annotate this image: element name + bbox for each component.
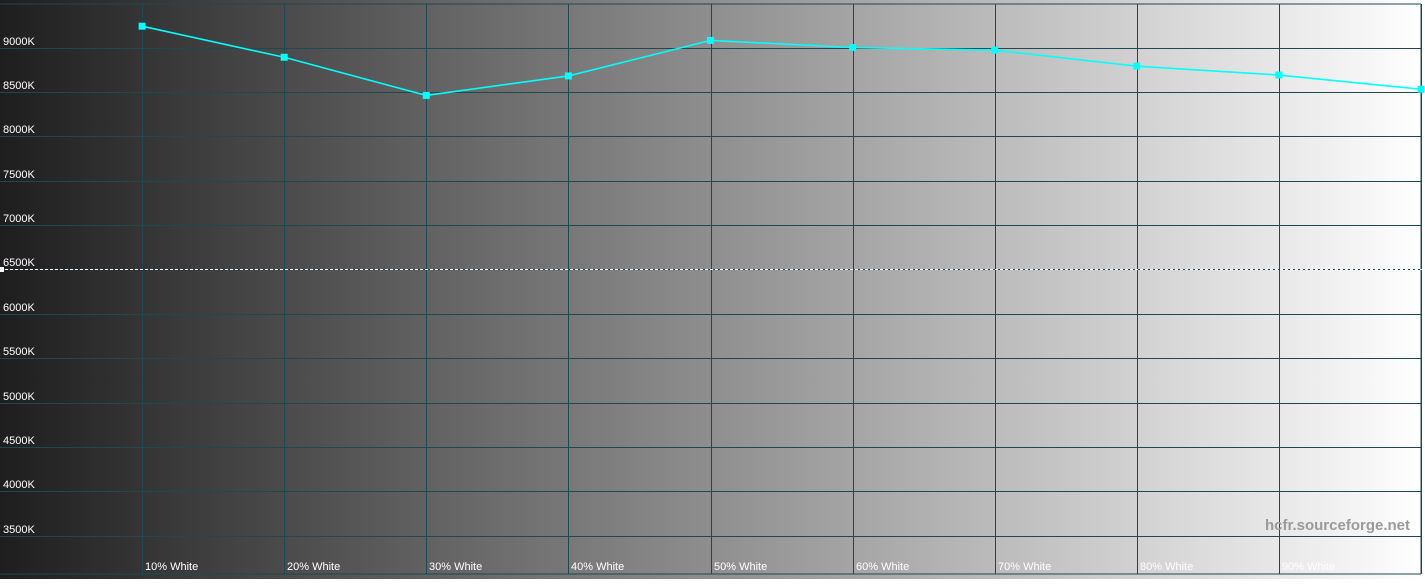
y-tick-label: 4500K <box>3 435 35 447</box>
y-tick-label: 8500K <box>3 80 35 92</box>
x-tick-label: 30% White <box>429 561 482 573</box>
y-tick-label: 5000K <box>3 391 35 403</box>
x-tick-label: 90% White <box>1282 561 1335 573</box>
data-point-marker <box>1417 85 1425 93</box>
data-point-marker <box>849 44 857 52</box>
x-tick-label: 10% White <box>145 561 198 573</box>
y-tick-label: 5500K <box>3 346 35 358</box>
y-tick-label: 9000K <box>3 36 35 48</box>
data-point-marker <box>991 46 999 54</box>
data-point-marker <box>1133 62 1141 70</box>
data-point-marker <box>280 53 288 61</box>
data-point-marker <box>138 22 146 30</box>
x-tick-label: 70% White <box>998 561 1051 573</box>
data-point-marker <box>422 91 430 99</box>
y-tick-label: 8000K <box>3 124 35 136</box>
y-tick-label: 7500K <box>3 169 35 181</box>
y-tick-label: 7000K <box>3 213 35 225</box>
watermark-text: hcfr.sourceforge.net <box>1265 517 1410 534</box>
y-tick-label: 6000K <box>3 302 35 314</box>
plot-background <box>0 0 1425 579</box>
color-temperature-chart: 3500K 4000K 4500K 5000K 5500K 6000K 6500K 7000K… <box>0 0 1425 579</box>
y-tick-label: 3500K <box>3 524 35 536</box>
x-tick-label: 20% White <box>287 561 340 573</box>
chart-svg: 3500K 4000K 4500K 5000K 5500K 6000K 6500K 7000K… <box>0 0 1425 579</box>
data-point-marker <box>707 36 714 44</box>
x-tick-label: 80% White <box>1140 561 1193 573</box>
y-tick-label: 4000K <box>3 479 35 491</box>
x-tick-label: 60% White <box>856 561 909 573</box>
x-tick-label: 50% White <box>714 561 767 573</box>
data-point-marker <box>1275 71 1283 79</box>
data-point-marker <box>564 72 572 80</box>
y-tick-label: 6500K <box>3 257 35 269</box>
x-tick-label: 40% White <box>571 561 624 573</box>
